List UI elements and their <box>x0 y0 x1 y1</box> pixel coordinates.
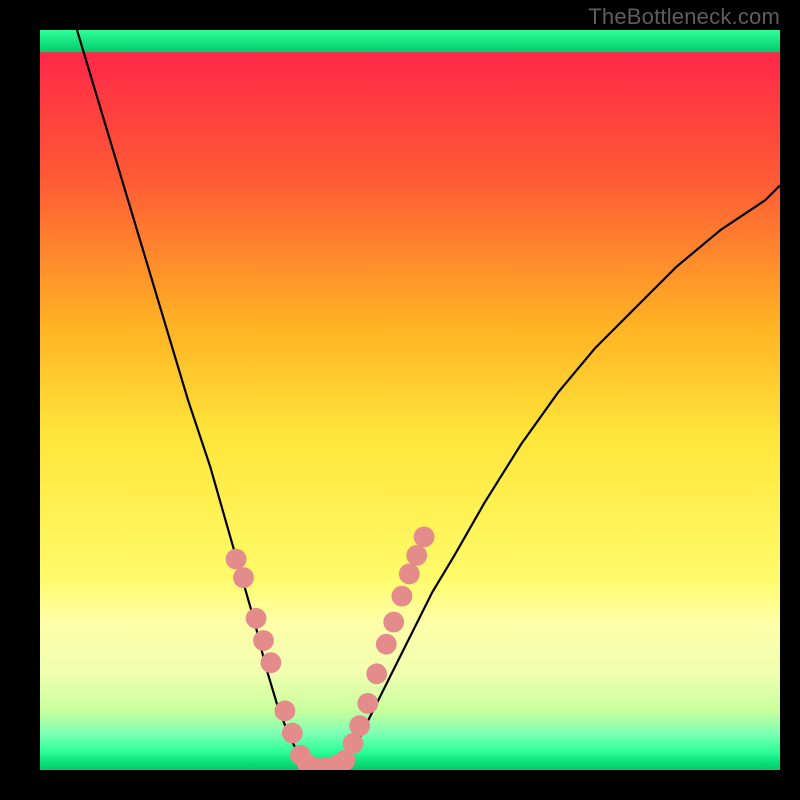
data-marker <box>282 723 303 744</box>
data-marker <box>246 608 267 629</box>
green-band <box>40 30 780 52</box>
data-marker <box>414 527 435 548</box>
data-marker <box>383 612 404 633</box>
data-marker <box>349 715 370 736</box>
data-marker <box>253 630 274 651</box>
chart-frame: TheBottleneck.com <box>0 0 800 800</box>
data-marker <box>261 652 282 673</box>
data-marker <box>376 634 397 655</box>
data-marker <box>399 564 420 585</box>
data-marker <box>275 700 296 721</box>
data-marker <box>357 693 378 714</box>
data-marker <box>392 586 413 607</box>
watermark-text: TheBottleneck.com <box>588 4 780 30</box>
data-marker <box>233 567 254 588</box>
data-marker <box>366 663 387 684</box>
plot-area <box>40 30 780 778</box>
data-marker <box>406 545 427 566</box>
bottleneck-chart <box>0 0 800 800</box>
data-marker <box>226 549 247 570</box>
gradient-background <box>40 30 780 770</box>
data-marker <box>343 733 364 754</box>
